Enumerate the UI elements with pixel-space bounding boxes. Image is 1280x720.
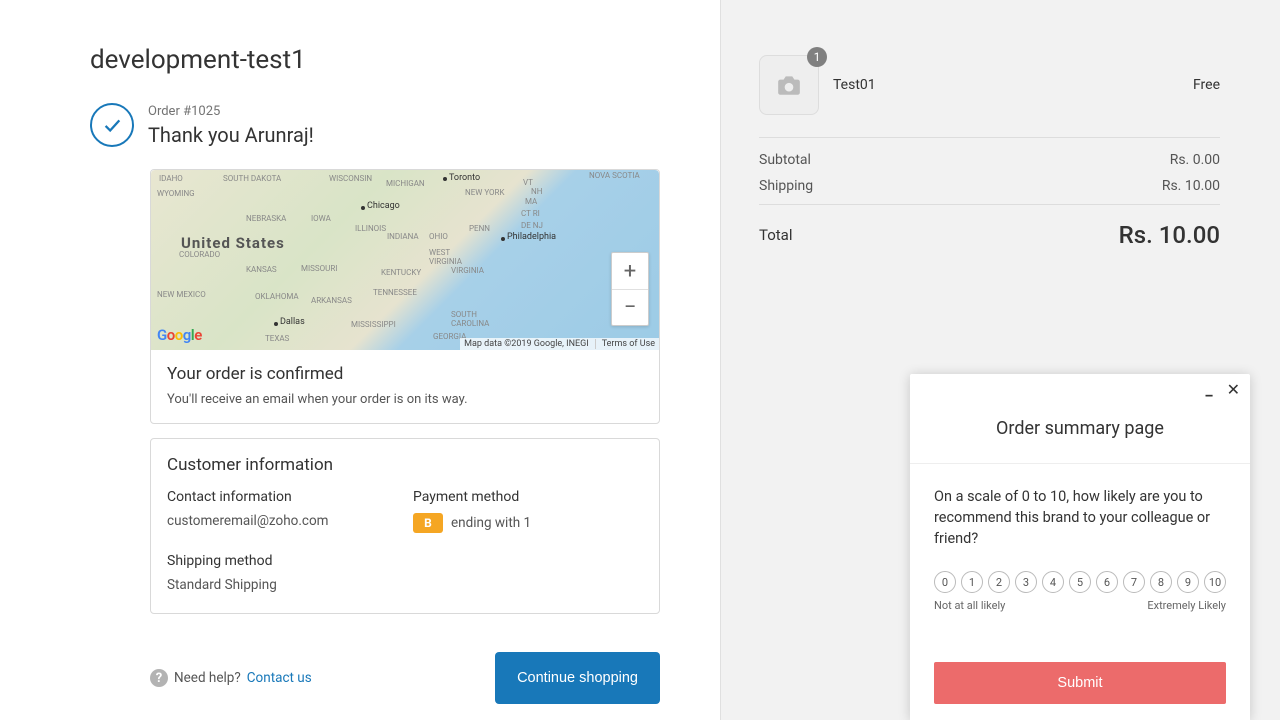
nps-option-5[interactable]: 5 — [1069, 571, 1091, 593]
survey-question: On a scale of 0 to 10, how likely are yo… — [934, 486, 1226, 549]
confirmation-card: United States IDAHO SOUTH DAKOTA WISCONS… — [150, 169, 660, 424]
customer-info-title: Customer information — [151, 439, 659, 485]
contact-value: customeremail@zoho.com — [167, 513, 397, 529]
nps-option-9[interactable]: 9 — [1177, 571, 1199, 593]
shipping-cost-label: Shipping — [759, 178, 813, 194]
survey-title: Order summary page — [910, 398, 1250, 463]
store-name: development-test1 — [90, 45, 660, 75]
map-terms-link[interactable]: Terms of Use — [595, 339, 655, 349]
map-state-label: NOVA SCOTIA — [589, 171, 640, 180]
subtotal-value: Rs. 0.00 — [1170, 152, 1220, 168]
subtotal-label: Subtotal — [759, 152, 811, 168]
map-state-label: TEXAS — [265, 334, 289, 343]
product-price: Free — [1193, 77, 1220, 93]
thank-you-heading: Thank you Arunraj! — [148, 123, 314, 147]
map-state-label: NEBRASKA — [246, 214, 286, 223]
map-state-label: NEW YORK — [465, 188, 504, 197]
map-state-label: MICHIGAN — [386, 179, 425, 188]
help-icon: ? — [150, 669, 168, 687]
nps-option-8[interactable]: 8 — [1150, 571, 1172, 593]
map-state-label: DE NJ — [521, 221, 543, 230]
submit-button[interactable]: Submit — [934, 662, 1226, 704]
map-state-label: CT RI — [521, 209, 540, 218]
nps-option-6[interactable]: 6 — [1096, 571, 1118, 593]
nps-option-1[interactable]: 1 — [961, 571, 983, 593]
nps-high-label: Extremely Likely — [1147, 599, 1226, 612]
map-zoom-control: + − — [611, 252, 649, 326]
payment-card-icon: B — [413, 513, 443, 533]
map-state-label: WYOMING — [157, 189, 195, 198]
quantity-badge: 1 — [807, 47, 827, 67]
shipping-cost-value: Rs. 10.00 — [1162, 178, 1220, 194]
map-state-label: IOWA — [311, 214, 331, 223]
nps-scale: 0 1 2 3 4 5 6 7 8 9 10 — [934, 571, 1226, 593]
payment-label: Payment method — [413, 489, 643, 505]
map-state-label: VIRGINIA — [451, 266, 484, 275]
check-icon — [90, 103, 134, 147]
survey-widget: _ ✕ Order summary page On a scale of 0 t… — [910, 374, 1250, 720]
map-state-label: VT — [523, 178, 533, 187]
map-state-label: COLORADO — [179, 250, 220, 259]
map-state-label: OKLAHOMA — [255, 292, 299, 301]
map-city-label: Chicago — [367, 201, 400, 211]
map-city-label: Philadelphia — [507, 232, 556, 242]
confirmed-title: Your order is confirmed — [167, 364, 643, 384]
divider — [759, 137, 1220, 138]
map-state-label: SOUTHCAROLINA — [451, 310, 489, 328]
total-label: Total — [759, 226, 793, 244]
contact-label: Contact information — [167, 489, 397, 505]
product-name: Test01 — [833, 77, 1193, 93]
map-city-label: Dallas — [280, 317, 305, 327]
map-state-label: INDIANA — [387, 232, 419, 241]
nps-option-7[interactable]: 7 — [1123, 571, 1145, 593]
map-state-label: TENNESSEE — [373, 288, 417, 297]
zoom-in-button[interactable]: + — [612, 253, 648, 289]
map-city-label: Toronto — [449, 173, 480, 183]
map-state-label: MISSISSIPPI — [351, 320, 396, 329]
map-state-label: NH — [531, 187, 542, 196]
shipping-value: Standard Shipping — [167, 577, 397, 593]
nps-low-label: Not at all likely — [934, 599, 1005, 612]
continue-shopping-button[interactable]: Continue shopping — [495, 652, 660, 704]
map-state-label: KANSAS — [246, 265, 277, 274]
map-state-label: SOUTH DAKOTA — [223, 174, 281, 183]
total-value: Rs. 10.00 — [1119, 221, 1220, 249]
confirmed-subtext: You'll receive an email when your order … — [167, 392, 643, 407]
map-state-label: ARKANSAS — [311, 296, 352, 305]
shipping-label: Shipping method — [167, 553, 397, 569]
minimize-icon[interactable]: _ — [1205, 382, 1212, 398]
map-state-label: NEW MEXICO — [157, 290, 206, 299]
map-state-label: IDAHO — [159, 174, 183, 183]
help-text: Need help? — [174, 670, 241, 686]
divider — [759, 204, 1220, 205]
contact-us-link[interactable]: Contact us — [247, 670, 312, 686]
nps-option-2[interactable]: 2 — [988, 571, 1010, 593]
nps-option-4[interactable]: 4 — [1042, 571, 1064, 593]
map-state-label: MA — [525, 197, 537, 206]
map-state-label: WISCONSIN — [329, 174, 372, 183]
map-state-label: MISSOURI — [301, 264, 337, 273]
map-state-label: OHIO — [429, 232, 448, 241]
payment-value: ending with 1 — [451, 515, 531, 531]
close-icon[interactable]: ✕ — [1227, 382, 1240, 398]
map-state-label: PENN — [469, 224, 490, 233]
map-state-label: KENTUCKY — [381, 268, 421, 277]
map-state-label: WESTVIRGINIA — [429, 248, 462, 266]
map-state-label: ILLINOIS — [355, 224, 386, 233]
cart-line-item: 1 Test01 Free — [759, 55, 1220, 115]
customer-info-card: Customer information Contact information… — [150, 438, 660, 614]
zoom-out-button[interactable]: − — [612, 289, 648, 325]
map-attribution: Map data ©2019 Google, INEGI Terms of Us… — [460, 338, 659, 350]
order-map[interactable]: United States IDAHO SOUTH DAKOTA WISCONS… — [151, 170, 659, 350]
nps-option-0[interactable]: 0 — [934, 571, 956, 593]
camera-icon — [776, 74, 802, 96]
google-logo: Google — [157, 326, 202, 344]
nps-option-10[interactable]: 10 — [1204, 571, 1226, 593]
nps-option-3[interactable]: 3 — [1015, 571, 1037, 593]
order-number: Order #1025 — [148, 104, 314, 119]
